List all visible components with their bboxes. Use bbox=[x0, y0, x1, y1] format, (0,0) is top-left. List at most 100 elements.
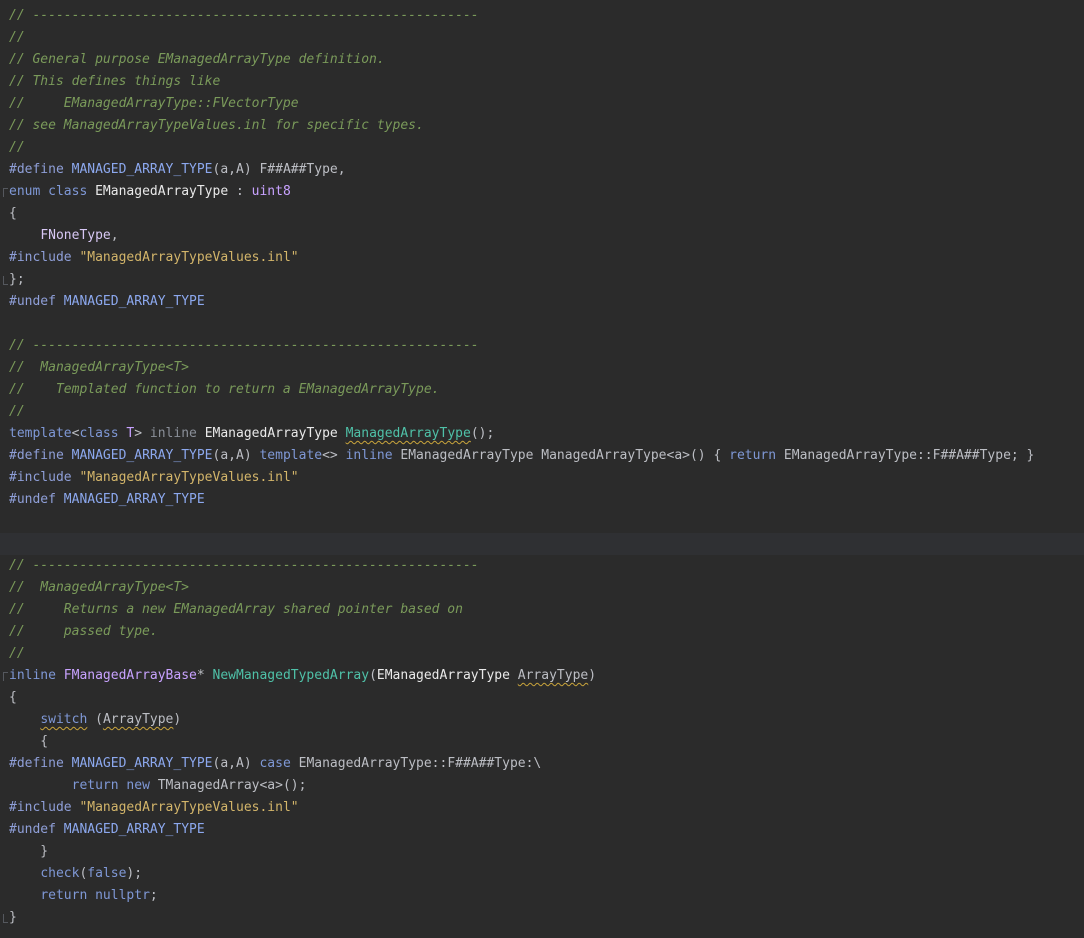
code-token: MANAGED_ARRAY_TYPE bbox=[63, 492, 205, 507]
code-line[interactable]: // Templated function to return a EManag… bbox=[0, 379, 1084, 401]
code-token: (a,A) bbox=[212, 756, 260, 771]
code-token: TManagedArray<a>(); bbox=[157, 778, 307, 793]
code-token: template bbox=[9, 426, 72, 441]
code-token: EManagedArrayType bbox=[376, 668, 518, 683]
code-token: check bbox=[40, 866, 80, 881]
code-token: // bbox=[9, 140, 25, 155]
code-line[interactable]: // EManagedArrayType::FVectorType bbox=[0, 93, 1084, 115]
code-token: case bbox=[259, 756, 299, 771]
code-token: NewManagedTypedArray bbox=[212, 668, 370, 683]
code-line[interactable]: // ManagedArrayType<T> bbox=[0, 357, 1084, 379]
code-line[interactable]: inline FManagedArrayBase* NewManagedType… bbox=[0, 665, 1084, 687]
code-line[interactable]: #undef MANAGED_ARRAY_TYPE bbox=[0, 489, 1084, 511]
code-line[interactable] bbox=[0, 313, 1084, 335]
fold-marker-icon[interactable] bbox=[3, 188, 8, 197]
code-line[interactable]: }; bbox=[0, 269, 1084, 291]
code-token: template bbox=[259, 448, 323, 463]
code-line[interactable]: // -------------------------------------… bbox=[0, 335, 1084, 357]
code-token: #define bbox=[9, 162, 72, 177]
code-token: inline bbox=[345, 448, 401, 463]
code-line[interactable]: // bbox=[0, 401, 1084, 423]
code-line[interactable]: { bbox=[0, 203, 1084, 225]
code-line[interactable]: { bbox=[0, 687, 1084, 709]
code-token: ) bbox=[588, 668, 597, 683]
code-token: ; bbox=[149, 888, 158, 903]
code-line[interactable]: { bbox=[0, 731, 1084, 753]
code-line[interactable]: return new TManagedArray<a>(); bbox=[0, 775, 1084, 797]
code-token: ) bbox=[173, 712, 182, 727]
code-line[interactable]: #define MANAGED_ARRAY_TYPE(a,A) template… bbox=[0, 445, 1084, 467]
code-token: ( bbox=[369, 668, 377, 683]
code-token: return bbox=[40, 888, 96, 903]
fold-marker-icon[interactable] bbox=[3, 672, 8, 681]
code-token: (a,A) F##A##Type, bbox=[212, 162, 346, 177]
code-line[interactable]: // -------------------------------------… bbox=[0, 5, 1084, 27]
code-line[interactable] bbox=[0, 511, 1084, 533]
code-line[interactable]: // see ManagedArrayTypeValues.inl for sp… bbox=[0, 115, 1084, 137]
code-line[interactable]: // ManagedArrayType<T> bbox=[0, 577, 1084, 599]
code-token: * bbox=[196, 668, 213, 683]
code-line[interactable]: #undef MANAGED_ARRAY_TYPE bbox=[0, 291, 1084, 313]
code-token: { bbox=[9, 734, 49, 749]
fold-marker-icon[interactable] bbox=[3, 914, 8, 923]
code-line[interactable]: #include "ManagedArrayTypeValues.inl" bbox=[0, 467, 1084, 489]
code-token: return bbox=[729, 448, 784, 463]
code-token: (); bbox=[470, 426, 495, 441]
code-token: ArrayType bbox=[517, 668, 589, 683]
code-line[interactable] bbox=[0, 533, 1084, 555]
code-line[interactable]: // passed type. bbox=[0, 621, 1084, 643]
code-line[interactable]: switch (ArrayType) bbox=[0, 709, 1084, 731]
code-line[interactable]: // Returns a new EManagedArray shared po… bbox=[0, 599, 1084, 621]
code-token: "ManagedArrayTypeValues.inl" bbox=[79, 250, 299, 265]
code-token: // EManagedArrayType::FVectorType bbox=[9, 96, 299, 111]
code-line[interactable]: #define MANAGED_ARRAY_TYPE(a,A) case EMa… bbox=[0, 753, 1084, 775]
code-line[interactable]: // -------------------------------------… bbox=[0, 555, 1084, 577]
code-token: ( bbox=[87, 712, 103, 727]
code-token: inline bbox=[9, 668, 64, 683]
code-token: // bbox=[9, 404, 25, 419]
code-token: // Returns a new EManagedArray shared po… bbox=[9, 602, 463, 617]
fold-marker-icon[interactable] bbox=[3, 276, 8, 285]
code-line[interactable]: } bbox=[0, 907, 1084, 929]
code-area[interactable]: // -------------------------------------… bbox=[0, 5, 1084, 929]
code-token: "ManagedArrayTypeValues.inl" bbox=[79, 470, 299, 485]
code-line[interactable]: #undef MANAGED_ARRAY_TYPE bbox=[0, 819, 1084, 841]
code-token: #define bbox=[9, 756, 72, 771]
code-token: // -------------------------------------… bbox=[9, 8, 479, 23]
code-token: new bbox=[126, 778, 158, 793]
code-token: ArrayType bbox=[102, 712, 174, 727]
code-token: EManagedArrayType bbox=[95, 184, 229, 199]
code-editor[interactable]: // -------------------------------------… bbox=[0, 0, 1084, 938]
code-token: // Templated function to return a EManag… bbox=[9, 382, 440, 397]
code-token: }; bbox=[9, 272, 25, 287]
code-token: class bbox=[79, 426, 127, 441]
code-token: // bbox=[9, 646, 25, 661]
code-line[interactable]: #include "ManagedArrayTypeValues.inl" bbox=[0, 797, 1084, 819]
code-line[interactable]: } bbox=[0, 841, 1084, 863]
code-token: MANAGED_ARRAY_TYPE bbox=[63, 294, 205, 309]
code-line[interactable]: // bbox=[0, 643, 1084, 665]
code-line[interactable]: FNoneType, bbox=[0, 225, 1084, 247]
code-token: (a,A) bbox=[212, 448, 260, 463]
code-token: // bbox=[9, 30, 25, 45]
code-line[interactable]: // bbox=[0, 27, 1084, 49]
code-token: // ManagedArrayType<T> bbox=[9, 580, 190, 595]
code-line[interactable]: #include "ManagedArrayTypeValues.inl" bbox=[0, 247, 1084, 269]
code-line[interactable]: check(false); bbox=[0, 863, 1084, 885]
code-token: #undef bbox=[9, 822, 64, 837]
code-line[interactable]: // bbox=[0, 137, 1084, 159]
code-line[interactable]: // General purpose EManagedArrayType def… bbox=[0, 49, 1084, 71]
code-token: class bbox=[48, 184, 96, 199]
code-token: enum bbox=[9, 184, 49, 199]
code-line[interactable]: template<class T> inline EManagedArrayTy… bbox=[0, 423, 1084, 445]
code-line[interactable]: enum class EManagedArrayType : uint8 bbox=[0, 181, 1084, 203]
code-token: FManagedArrayBase bbox=[63, 668, 197, 683]
code-line[interactable]: return nullptr; bbox=[0, 885, 1084, 907]
code-token: { bbox=[9, 690, 17, 705]
code-line[interactable]: // This defines things like bbox=[0, 71, 1084, 93]
code-line[interactable]: #define MANAGED_ARRAY_TYPE(a,A) F##A##Ty… bbox=[0, 159, 1084, 181]
code-token: // -------------------------------------… bbox=[9, 338, 479, 353]
